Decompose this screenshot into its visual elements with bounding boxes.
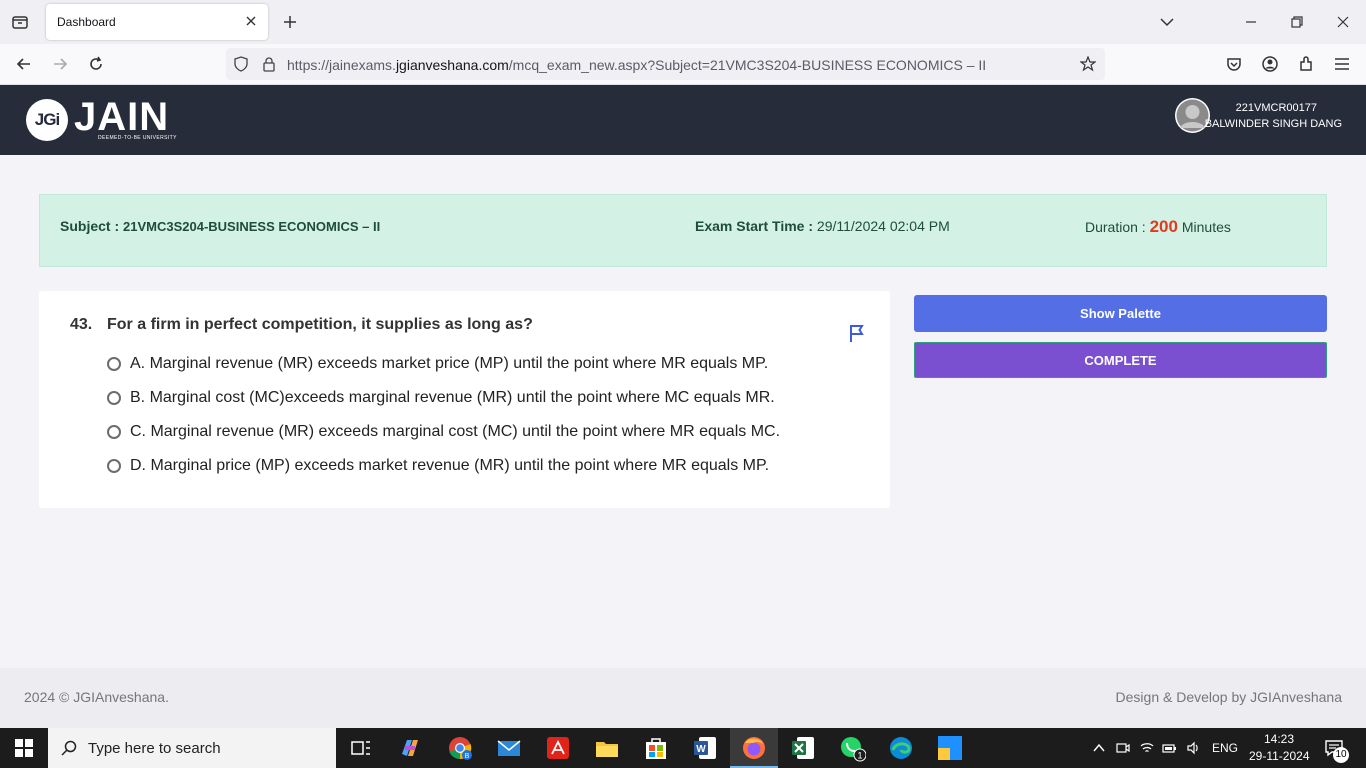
clock-date[interactable]: 29-11-2024 [1249,749,1310,763]
radio-option-b[interactable] [107,391,121,405]
svg-text:B: B [465,753,470,760]
flag-icon[interactable] [847,323,867,343]
tab-title: Dashboard [57,15,116,29]
copilot-icon[interactable] [396,734,424,762]
user-name: BALWINDER SINGH DANG [1204,118,1342,130]
excel-icon[interactable] [789,734,817,762]
windows-start-icon[interactable] [15,739,33,757]
language-indicator[interactable]: ENG [1212,741,1238,755]
clock-time[interactable]: 14:23 [1264,732,1294,746]
app-window-icon[interactable] [936,734,964,762]
back-arrow-icon[interactable] [14,54,34,74]
new-tab-plus-icon[interactable] [281,13,299,31]
start-time-value: 29/11/2024 02:04 PM [816,218,950,234]
url-path: /mcq_exam_new.aspx?Subject=21VMC3S204-BU… [508,57,987,73]
word-icon[interactable]: W [691,734,719,762]
taskbar-search-box[interactable]: Type here to search [48,728,336,768]
footer-copyright: 2024 © JGIAnveshana. [24,689,169,705]
mail-icon[interactable] [495,734,523,762]
tab-list-icon[interactable] [10,12,30,32]
site-footer: 2024 © JGIAnveshana. Design & Develop by… [0,668,1366,728]
start-time-info: Exam Start Time : 29/11/2024 02:04 PM [695,218,950,234]
window-close-icon[interactable] [1334,13,1352,31]
acrobat-icon[interactable] [544,734,572,762]
firefox-icon[interactable] [740,734,768,762]
duration-unit: Minutes [1177,219,1231,235]
chevron-up-icon[interactable] [1092,741,1106,755]
close-icon[interactable] [244,14,258,28]
radio-option-d[interactable] [107,459,121,473]
option-b-text: B. Marginal cost (MC)exceeds marginal re… [130,389,775,406]
url-prefix: https://jainexams. [287,57,396,73]
subject-label: Subject : [60,218,124,234]
file-explorer-icon[interactable] [593,734,621,762]
volume-icon[interactable] [1186,741,1200,755]
lock-icon[interactable] [261,56,277,72]
logo-subtitle: DEEMED-TO-BE UNIVERSITY [98,135,177,141]
option-b[interactable]: B. Marginal cost (MC)exceeds marginal re… [107,387,775,409]
svg-text:W: W [696,744,706,755]
extensions-icon[interactable] [1296,54,1316,74]
option-c-text: C. Marginal revenue (MR) exceeds margina… [130,423,781,440]
option-d[interactable]: D. Marginal price (MP) exceeds market re… [107,455,769,477]
reload-icon[interactable] [86,54,106,74]
show-palette-button[interactable]: Show Palette [914,295,1327,332]
radio-option-a[interactable] [107,357,121,371]
user-id: 221VMCR00177 [1235,102,1317,114]
logo-mark: JGi [26,99,68,141]
wifi-icon[interactable] [1140,741,1154,755]
duration-value: 200 [1149,217,1178,236]
store-icon[interactable] [642,734,670,762]
shield-icon[interactable] [233,56,249,72]
notification-count: 10 [1333,747,1349,763]
duration-info: Duration : 200 Minutes [1085,217,1231,237]
search-placeholder: Type here to search [88,740,221,757]
radio-option-c[interactable] [107,425,121,439]
question-card: 43. For a firm in perfect competition, i… [39,291,890,508]
meet-now-icon[interactable] [1116,741,1130,755]
restore-icon[interactable] [1288,13,1306,31]
edge-icon[interactable] [887,734,915,762]
minimize-icon[interactable] [1242,13,1260,31]
option-d-text: D. Marginal price (MP) exceeds market re… [130,457,770,474]
footer-credit: Design & Develop by JGIAnveshana [1115,689,1342,705]
browser-nav-bar: https://jainexams.jgianveshana.com/mcq_e… [0,44,1366,85]
subject-value: 21VMC3S204-BUSINESS ECONOMICS – II [123,219,381,234]
jain-logo[interactable]: JGi JAIN DEEMED-TO-BE UNIVERSITY [26,95,186,143]
question-number: 43. [70,316,93,333]
task-view-icon[interactable] [347,734,375,762]
whatsapp-icon[interactable]: 1 [838,734,866,762]
option-a-text: A. Marginal revenue (MR) exceeds market … [130,355,769,372]
duration-label: Duration : [1085,219,1150,235]
battery-icon[interactable] [1162,741,1176,755]
start-time-label: Exam Start Time : [695,218,817,234]
option-a[interactable]: A. Marginal revenue (MR) exceeds market … [107,353,768,375]
address-bar[interactable]: https://jainexams.jgianveshana.com/mcq_e… [226,48,1105,80]
subject-info: Subject : 21VMC3S204-BUSINESS ECONOMICS … [60,218,380,234]
logo-text: JAIN [74,95,170,139]
forward-arrow-icon[interactable] [50,54,70,74]
question-text: For a firm in perfect competition, it su… [107,316,533,333]
menu-icon[interactable] [1332,54,1352,74]
option-c[interactable]: C. Marginal revenue (MR) exceeds margina… [107,421,780,443]
browser-tab-dashboard[interactable]: Dashboard [46,4,268,40]
browser-tab-bar: Dashboard [0,0,1366,44]
account-icon[interactable] [1260,54,1280,74]
windows-taskbar: Type here to search B W 1 ENG 14:23 29-1… [0,728,1366,768]
complete-button[interactable]: COMPLETE [914,342,1327,378]
chrome-icon[interactable]: B [446,734,474,762]
url-text: https://jainexams.jgianveshana.com/mcq_e… [287,57,986,73]
site-header: JGi JAIN DEEMED-TO-BE UNIVERSITY 221VMCR… [0,85,1366,155]
url-domain: jgianveshana.com [395,57,509,73]
search-icon [61,740,77,756]
bookmark-star-icon[interactable] [1080,56,1096,72]
whatsapp-badge: 1 [857,751,862,761]
exam-info-banner: Subject : 21VMC3S204-BUSINESS ECONOMICS … [39,194,1327,267]
pocket-icon[interactable] [1224,54,1244,74]
chevron-down-icon[interactable] [1158,13,1176,31]
